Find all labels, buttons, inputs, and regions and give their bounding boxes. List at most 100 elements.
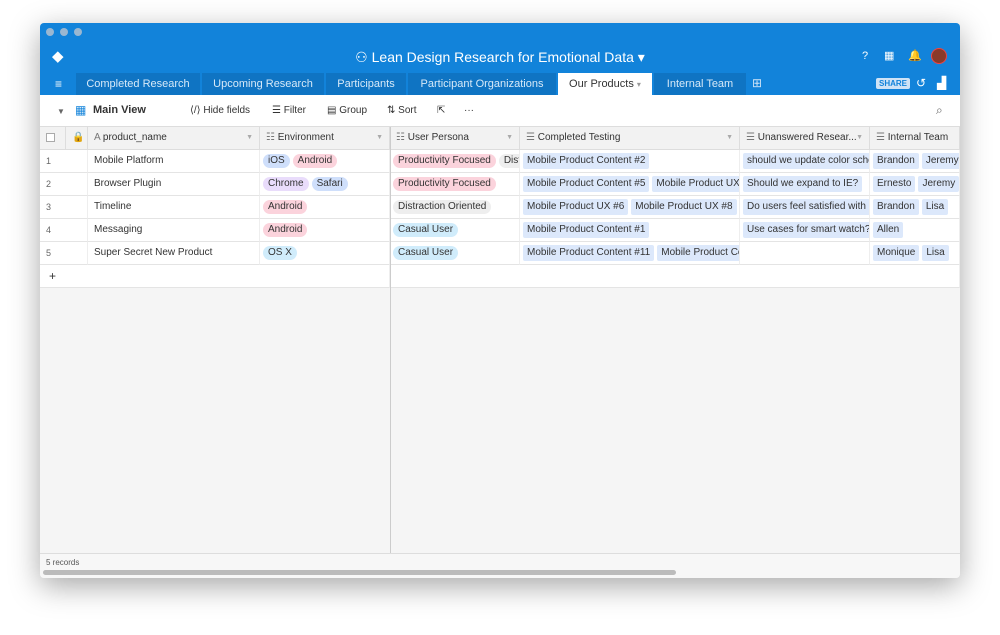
linked-record[interactable]: Do users feel satisfied with xyxy=(743,199,869,215)
internal-team-cell[interactable]: Monique Lisa xyxy=(870,242,960,265)
environment-cell[interactable]: Android xyxy=(260,219,390,242)
unanswered-research-cell[interactable]: Use cases for smart watch? xyxy=(740,219,870,242)
row-number: 1 xyxy=(40,150,88,173)
base-title[interactable]: ⚇ Lean Design Research for Emotional Dat… xyxy=(40,49,960,66)
internal-team-cell[interactable]: Allen xyxy=(870,219,960,242)
user-persona-cell[interactable]: Casual User xyxy=(390,242,520,265)
search-icon[interactable]: ⌕ xyxy=(936,103,943,118)
tab-our-products[interactable]: Our Products ▾ xyxy=(558,73,652,95)
linked-record[interactable]: Jeremy xyxy=(921,153,959,169)
linked-record[interactable]: Brandon xyxy=(873,199,919,215)
add-record-button[interactable]: + xyxy=(40,265,390,288)
linked-record[interactable]: Mobile Product UX #6 xyxy=(523,199,629,215)
avatar[interactable] xyxy=(931,48,947,64)
linked-record[interactable]: Mobile Product Co xyxy=(657,245,739,261)
product-name-cell[interactable]: Messaging xyxy=(88,219,260,242)
menu-icon[interactable]: ≡ xyxy=(55,77,62,91)
share-button[interactable]: SHARE xyxy=(876,78,911,89)
environment-cell[interactable]: iOS Android xyxy=(260,150,390,173)
more-button[interactable]: ··· xyxy=(464,105,474,116)
linked-record[interactable]: Jeremy xyxy=(918,176,959,192)
help-icon[interactable]: ? xyxy=(862,50,868,62)
bell-icon[interactable]: 🔔 xyxy=(908,49,922,62)
column-header[interactable]: ☰ Unanswered Resear... ▼ xyxy=(740,127,870,150)
select-all-checkbox[interactable] xyxy=(40,127,66,150)
chevron-down-icon[interactable]: ▾ xyxy=(637,80,641,89)
unanswered-research-cell[interactable]: Should we expand to IE? xyxy=(740,173,870,196)
blocks-icon[interactable]: ▟ xyxy=(937,76,946,90)
unanswered-research-cell[interactable] xyxy=(740,242,870,265)
group-button[interactable]: ▤ Group xyxy=(327,105,367,116)
minimize-window-button[interactable] xyxy=(60,28,68,36)
horizontal-scrollbar[interactable] xyxy=(43,570,676,575)
hide-fields-button[interactable]: ⟨/⟩ Hide fields xyxy=(190,105,250,116)
completed-testing-cell[interactable]: Mobile Product Content #5 Mobile Product … xyxy=(520,173,740,196)
linked-record[interactable]: Brandon xyxy=(873,153,919,169)
apps-grid-icon[interactable]: ▦ xyxy=(884,49,894,62)
linked-record[interactable]: should we update color scheme? xyxy=(743,153,869,169)
column-header[interactable]: ☰ Completed Testing ▼ xyxy=(520,127,740,150)
user-persona-cell[interactable]: Productivity Focused xyxy=(390,173,520,196)
linked-record[interactable]: Mobile Product Content #2 xyxy=(523,153,650,169)
share-view-icon[interactable]: ⇱ xyxy=(437,105,445,116)
linked-record[interactable]: Mobile Product Content #5 xyxy=(523,176,650,192)
chevron-down-icon[interactable]: ▼ xyxy=(376,127,383,149)
environment-cell[interactable]: OS X xyxy=(260,242,390,265)
completed-testing-cell[interactable]: Mobile Product Content #11 Mobile Product… xyxy=(520,242,740,265)
product-name-cell[interactable]: Super Secret New Product xyxy=(88,242,260,265)
column-header[interactable]: ☰ Internal Team xyxy=(870,127,960,150)
completed-testing-cell[interactable]: Mobile Product Content #1 xyxy=(520,219,740,242)
views-toggle-icon[interactable]: ▼ xyxy=(57,107,65,116)
unanswered-research-cell[interactable]: should we update color scheme? xyxy=(740,150,870,173)
chevron-down-icon[interactable]: ▼ xyxy=(726,127,733,149)
zoom-window-button[interactable] xyxy=(74,28,82,36)
view-name[interactable]: Main View xyxy=(93,104,146,116)
add-table-icon[interactable]: ⊞ xyxy=(752,76,762,90)
product-name-cell[interactable]: Browser Plugin xyxy=(88,173,260,196)
product-name-cell[interactable]: Mobile Platform xyxy=(88,150,260,173)
linked-record[interactable]: Mobile Product UX xyxy=(652,176,739,192)
tab-internal-team[interactable]: Internal Team xyxy=(654,73,746,95)
tab-completed-research[interactable]: Completed Research xyxy=(76,73,200,95)
internal-team-cell[interactable]: Brandon Jeremy xyxy=(870,150,960,173)
tab-upcoming-research[interactable]: Upcoming Research xyxy=(202,73,324,95)
user-persona-cell[interactable]: Casual User xyxy=(390,219,520,242)
tab-participant-organizations[interactable]: Participant Organizations xyxy=(408,73,556,95)
user-persona-cell[interactable]: Distraction Oriented xyxy=(390,196,520,219)
chevron-down-icon[interactable]: ▼ xyxy=(856,127,863,149)
linked-record[interactable]: Allen xyxy=(873,222,904,238)
column-header[interactable]: ☷ User Persona ▼ xyxy=(390,127,520,150)
linked-record[interactable]: Lisa xyxy=(922,245,949,261)
chevron-down-icon[interactable]: ▼ xyxy=(506,127,513,149)
field-type-icon: ☰ xyxy=(526,132,535,143)
unanswered-research-cell[interactable]: Do users feel satisfied with xyxy=(740,196,870,219)
field-type-icon: ☷ xyxy=(396,132,405,143)
linked-record[interactable]: Ernesto xyxy=(873,176,916,192)
environment-cell[interactable]: Chrome Safari xyxy=(260,173,390,196)
linked-record[interactable]: Monique xyxy=(873,245,920,261)
column-header[interactable]: ☷ Environment ▼ xyxy=(260,127,390,150)
column-header[interactable]: A product_name ▼ xyxy=(88,127,260,150)
product-name-cell[interactable]: Timeline xyxy=(88,196,260,219)
linked-record[interactable]: Mobile Product Content #1 xyxy=(523,222,650,238)
linked-record[interactable]: Should we expand to IE? xyxy=(743,176,863,192)
close-window-button[interactable] xyxy=(46,28,54,36)
internal-team-cell[interactable]: Ernesto Jeremy xyxy=(870,173,960,196)
sort-button[interactable]: ⇅ Sort xyxy=(387,105,417,116)
checkbox[interactable] xyxy=(46,132,55,142)
internal-team-cell[interactable]: Brandon Lisa xyxy=(870,196,960,219)
user-persona-cell[interactable]: Productivity FocusedDistraction Oriented xyxy=(390,150,520,173)
environment-cell[interactable]: Android xyxy=(260,196,390,219)
linked-record[interactable]: Mobile Product Content #11 xyxy=(523,245,655,261)
history-icon[interactable]: ↺ xyxy=(916,76,926,90)
add-record-row[interactable] xyxy=(390,265,960,288)
filter-button[interactable]: ☰ Filter xyxy=(272,105,306,116)
linked-record[interactable]: Mobile Product UX #8 xyxy=(631,199,737,215)
tab-participants[interactable]: Participants xyxy=(326,73,406,95)
completed-testing-cell[interactable]: Mobile Product Content #2 xyxy=(520,150,740,173)
completed-testing-cell[interactable]: Mobile Product UX #6 Mobile Product UX #8 xyxy=(520,196,740,219)
option-pill: Distraction Oriented xyxy=(498,154,519,168)
linked-record[interactable]: Lisa xyxy=(921,199,949,215)
chevron-down-icon[interactable]: ▼ xyxy=(246,127,253,149)
linked-record[interactable]: Use cases for smart watch? xyxy=(743,222,869,238)
